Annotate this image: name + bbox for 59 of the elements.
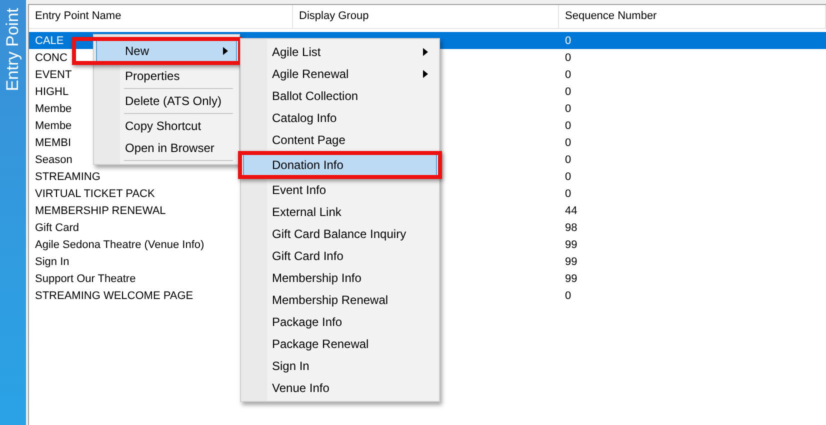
menu-item[interactable]: Ballot Collection	[243, 85, 437, 107]
menu-item[interactable]: Donation Info	[243, 154, 437, 176]
sequence-cell: 44	[565, 204, 578, 216]
menu-item[interactable]: Delete (ATS Only)	[96, 90, 237, 112]
menu-item[interactable]: Agile List	[243, 41, 437, 63]
sequence-cell: 0	[565, 86, 572, 98]
menu-item[interactable]: Gift Card Info	[243, 245, 437, 267]
column-header[interactable]: Entry Point Name	[29, 5, 293, 28]
menu-item[interactable]: Membership Info	[243, 267, 437, 289]
name-cell: Season	[35, 154, 72, 166]
name-cell: CONC	[35, 52, 68, 64]
menu-item[interactable]: Venue Info	[243, 377, 437, 399]
column-header[interactable]: Sequence Number	[559, 5, 826, 28]
sequence-cell: 0	[565, 290, 572, 302]
name-cell: STREAMING WELCOME PAGE	[35, 290, 194, 302]
menu-item[interactable]: Sign In	[243, 355, 437, 377]
menu-item[interactable]: Membership Renewal	[243, 289, 437, 311]
sequence-cell: 0	[565, 154, 572, 166]
sequence-cell: 0	[565, 136, 572, 148]
menu-item[interactable]: Event Info	[243, 179, 437, 201]
menu-item[interactable]: Open in Browser	[96, 137, 237, 159]
name-cell: Membe	[35, 120, 72, 132]
menu-item[interactable]: Properties	[96, 65, 237, 87]
menu-item[interactable]: New	[96, 40, 237, 62]
submenu-arrow-icon	[423, 48, 428, 56]
menu-item[interactable]: Package Info	[243, 311, 437, 333]
menu-item[interactable]: Copy Shortcut	[96, 115, 237, 137]
name-cell: HIGHL	[35, 86, 69, 98]
sequence-cell: 0	[565, 188, 572, 200]
submenu-arrow-icon	[223, 47, 228, 55]
name-cell: Support Our Theatre	[35, 272, 136, 284]
sequence-cell: 0	[565, 34, 572, 46]
name-cell: Membe	[35, 102, 72, 114]
name-cell: CALE	[35, 34, 64, 46]
name-cell: STREAMING	[35, 170, 100, 182]
sequence-cell: 0	[565, 102, 572, 114]
name-cell: Sign In	[35, 256, 70, 268]
name-cell: MEMBERSHIP RENEWAL	[35, 204, 166, 216]
sequence-cell: 0	[565, 52, 572, 64]
submenu-arrow-icon	[423, 70, 428, 78]
name-cell: MEMBI	[35, 136, 72, 148]
menu-item[interactable]: Catalog Info	[243, 107, 437, 129]
menu-item[interactable]: Agile Renewal	[243, 63, 437, 85]
sequence-cell: 99	[565, 256, 578, 268]
menu-item[interactable]: Content Page	[243, 129, 437, 151]
menu-item[interactable]: Gift Card Balance Inquiry	[243, 223, 437, 245]
name-cell: Gift Card	[35, 222, 80, 234]
name-cell: EVENT	[35, 68, 72, 80]
name-cell: VIRTUAL TICKET PACK	[35, 188, 155, 200]
name-cell: Agile Sedona Theatre (Venue Info)	[35, 238, 204, 250]
sequence-cell: 0	[565, 170, 572, 182]
sequence-cell: 99	[565, 238, 578, 250]
sequence-cell: 0	[565, 68, 572, 80]
menu-item[interactable]: External Link	[243, 201, 437, 223]
column-header[interactable]: Display Group	[293, 5, 559, 28]
menu-item[interactable]: Package Renewal	[243, 333, 437, 355]
sequence-cell: 98	[565, 222, 578, 234]
sequence-cell: 99	[565, 272, 578, 284]
sequence-cell: 0	[565, 120, 572, 132]
